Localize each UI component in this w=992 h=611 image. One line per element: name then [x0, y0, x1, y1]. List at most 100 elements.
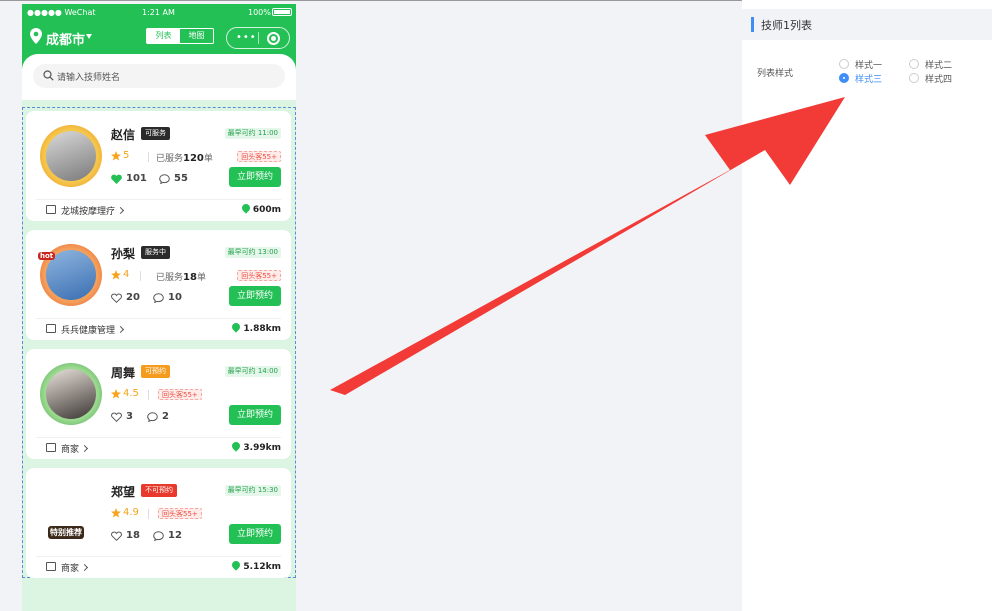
annotation-arrow-icon: [330, 97, 845, 395]
technician-name: 孙梨: [111, 247, 136, 261]
battery-label: 100%: [248, 8, 271, 17]
card-divider: [36, 556, 281, 557]
map-view-button[interactable]: 地图: [180, 29, 213, 43]
star-icon: [111, 508, 121, 518]
book-now-button[interactable]: 立即预约: [229, 167, 281, 187]
card-divider: [36, 199, 281, 200]
earliest-time: 最早可约 14:00: [224, 366, 281, 377]
shop-icon: [46, 562, 56, 571]
status-badge: 不可预约: [141, 484, 177, 497]
avatar-photo: [46, 131, 96, 181]
star-icon: [111, 389, 121, 399]
heart-outline-icon: [111, 412, 122, 422]
technician-card[interactable]: 周舞 可预约 最早可约 14:00 4.5 回头客55+ 3 2 立即预约 商家…: [26, 349, 291, 459]
rating-value: 4.9: [123, 507, 139, 518]
chevron-right-icon: [116, 325, 125, 334]
radio-circle: [909, 73, 919, 83]
battery-icon: [272, 8, 292, 16]
star-icon: [111, 151, 121, 161]
divider: [148, 152, 149, 162]
city-selector[interactable]: 成都市: [46, 29, 85, 48]
panel-header: 技师1列表: [742, 9, 992, 40]
comment-icon: [153, 531, 164, 541]
distance-label: 3.99km: [230, 440, 281, 453]
technician-card[interactable]: 特别推荐 郑望 不可预约 最早可约 15:30 4.9 回头客55+ 18 12…: [26, 468, 291, 578]
location-icon: [30, 28, 42, 44]
shop-icon: [46, 205, 56, 214]
book-now-button[interactable]: 立即预约: [229, 286, 281, 306]
technician-avatar: [40, 125, 102, 187]
technician-avatar: 特别推荐: [40, 482, 102, 544]
technician-card[interactable]: 赵信 可服务 最早可约 11:00 5 已服务120单 回头客55+ 101 5…: [26, 111, 291, 221]
carrier-label: ●●●●● WeChat: [27, 8, 96, 17]
accent-bar: [751, 17, 754, 32]
comment-icon: [147, 412, 158, 422]
divider: [148, 509, 149, 519]
heart-outline-icon: [111, 531, 122, 541]
phone-preview: ●●●●● WeChat 1:21 AM 100% 成都市 列表 地图 •••: [22, 4, 296, 611]
location-pin-icon: [230, 321, 243, 333]
clock: 1:21 AM: [142, 8, 175, 17]
view-toggle: 列表 地图: [146, 28, 214, 44]
location-pin-icon: [230, 440, 243, 452]
distance-label: 1.88km: [230, 321, 281, 334]
list-view-button[interactable]: 列表: [147, 29, 180, 43]
caret-down-icon[interactable]: [86, 34, 92, 39]
location-pin-icon: [230, 559, 243, 571]
served-count: 已服务18单: [156, 272, 206, 283]
location-pin-icon: [240, 202, 252, 214]
chevron-right-icon: [80, 563, 89, 572]
status-badge: 可预约: [141, 365, 170, 378]
list-style-label: 列表样式: [757, 69, 794, 79]
search-section: 请输入技师姓名: [22, 54, 296, 100]
rating-value: 4: [123, 269, 130, 280]
technician-list: 赵信 可服务 最早可约 11:00 5 已服务120单 回头客55+ 101 5…: [22, 107, 296, 578]
more-icon[interactable]: •••: [236, 33, 257, 43]
comment-icon: [153, 293, 164, 303]
heart-outline-icon: [111, 293, 122, 303]
coupon-badge: 回头客55+: [237, 270, 281, 281]
radio-circle: [839, 73, 849, 83]
recommend-badge: 特别推荐: [48, 526, 84, 539]
technician-name: 赵信: [111, 128, 136, 142]
status-bar: ●●●●● WeChat 1:21 AM 100%: [22, 4, 296, 22]
technician-avatar: hot: [38, 244, 102, 306]
mini-program-capsule: •••: [226, 27, 290, 49]
status-badge: 可服务: [141, 127, 170, 140]
distance-label: 5.12km: [230, 559, 281, 572]
coupon-badge: 回头客55+: [158, 508, 202, 519]
book-now-button[interactable]: 立即预约: [229, 524, 281, 544]
card-divider: [36, 437, 281, 438]
shop-icon: [46, 324, 56, 333]
distance-label: 600m: [240, 202, 281, 215]
coupon-badge: 回头客55+: [158, 389, 202, 400]
technician-name: 郑望: [111, 485, 136, 499]
close-target-icon[interactable]: [267, 32, 280, 45]
capsule-divider: [258, 32, 259, 44]
earliest-time: 最早可约 11:00: [224, 128, 281, 139]
earliest-time: 最早可约 13:00: [224, 247, 281, 258]
heart-filled-icon: [111, 174, 122, 184]
chevron-right-icon: [80, 444, 89, 453]
search-placeholder: 请输入技师姓名: [57, 73, 121, 83]
comment-icon: [159, 174, 170, 184]
shop-icon: [46, 443, 56, 452]
panel-title: 技师1列表: [761, 19, 812, 32]
book-now-button[interactable]: 立即预约: [229, 405, 281, 425]
search-icon: [43, 70, 54, 81]
card-divider: [36, 318, 281, 319]
earliest-time: 最早可约 15:30: [224, 485, 281, 496]
chevron-right-icon: [116, 206, 125, 215]
coupon-badge: 回头客55+: [237, 151, 281, 162]
hot-badge: hot: [38, 252, 56, 260]
nav-bar: 成都市 列表 地图 •••: [22, 22, 296, 54]
radio-circle: [839, 59, 849, 69]
search-input[interactable]: 请输入技师姓名: [33, 64, 285, 88]
rating-value: 4.5: [123, 388, 139, 399]
star-icon: [111, 270, 121, 280]
radio-circle: [909, 59, 919, 69]
technician-card[interactable]: hot 孙梨 服务中 最早可约 13:00 4 已服务18单 回头客55+ 20…: [26, 230, 291, 340]
divider: [148, 390, 149, 400]
rating-value: 5: [123, 150, 130, 161]
divider: [140, 271, 141, 281]
